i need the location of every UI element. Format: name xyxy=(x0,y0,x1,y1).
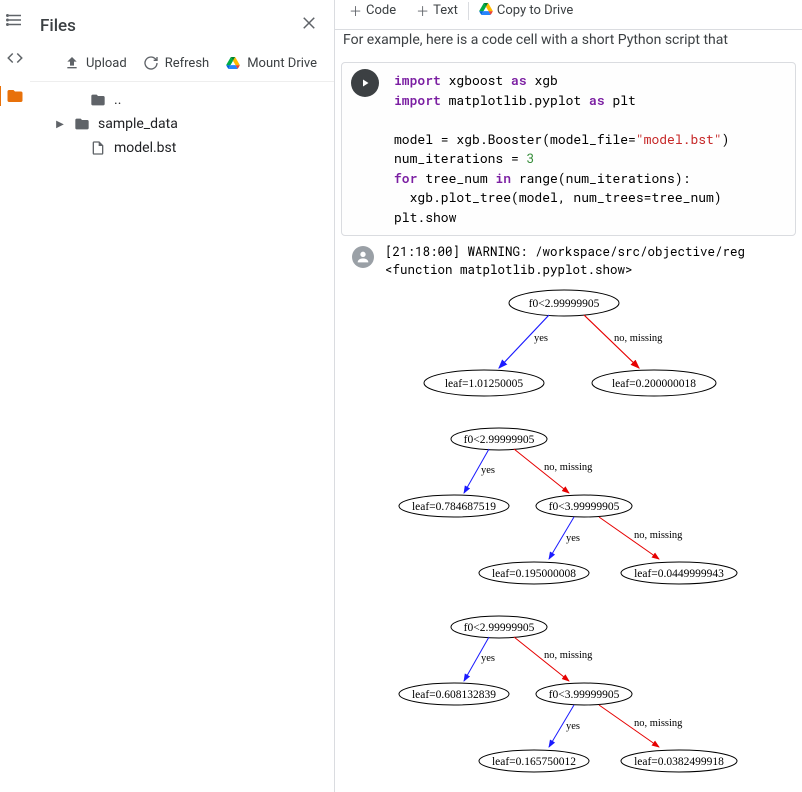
code-editor[interactable]: import xgboost as xgb import matplotlib.… xyxy=(388,63,735,235)
folder-icon xyxy=(90,92,106,108)
tree-label: .. xyxy=(114,92,121,108)
svg-text:no, missing: no, missing xyxy=(614,333,663,344)
mount-drive-button[interactable]: Mount Drive xyxy=(225,55,317,71)
drive-icon xyxy=(479,3,493,19)
left-rail xyxy=(0,0,30,792)
upload-label: Upload xyxy=(86,56,127,71)
xgb-tree-1: f0<2.99999905 yes no, missing leaf=1.012… xyxy=(379,283,739,413)
toc-icon[interactable] xyxy=(5,10,25,30)
files-icon[interactable] xyxy=(0,86,29,106)
svg-text:yes: yes xyxy=(481,465,495,476)
xgb-tree-3: f0<2.99999905 yes no, missing leaf=0.608… xyxy=(379,609,759,789)
svg-text:leaf=0.165750012: leaf=0.165750012 xyxy=(492,756,576,768)
upload-button[interactable]: Upload xyxy=(64,55,127,71)
output-figures: f0<2.99999905 yes no, missing leaf=1.012… xyxy=(335,283,802,792)
svg-text:leaf=1.01250005: leaf=1.01250005 xyxy=(445,378,524,390)
add-code-button[interactable]: ＋ Code xyxy=(339,1,406,20)
files-toolbar: Upload Refresh Mount Drive xyxy=(30,47,334,82)
notebook-toolbar: ＋ Code ＋ Text Copy to Drive xyxy=(335,0,802,30)
svg-text:f0<2.99999905: f0<2.99999905 xyxy=(529,298,600,310)
svg-text:f0<3.99999905: f0<3.99999905 xyxy=(549,501,620,513)
chevron-right-icon[interactable]: ▶ xyxy=(54,119,66,130)
plus-icon: ＋ xyxy=(416,1,429,20)
user-avatar-icon xyxy=(352,246,374,268)
mount-label: Mount Drive xyxy=(247,56,317,71)
svg-text:no, missing: no, missing xyxy=(634,530,683,541)
tree-model-file[interactable]: model.bst xyxy=(42,136,334,160)
folder-icon xyxy=(74,116,90,132)
svg-text:no, missing: no, missing xyxy=(634,718,683,729)
svg-text:yes: yes xyxy=(481,653,495,664)
add-text-button[interactable]: ＋ Text xyxy=(406,1,468,20)
svg-text:no, missing: no, missing xyxy=(544,462,593,473)
svg-text:f0<3.99999905: f0<3.99999905 xyxy=(549,689,620,701)
file-tree: .. ▶ sample_data model.bst xyxy=(30,82,334,160)
copy-to-drive-button[interactable]: Copy to Drive xyxy=(469,3,583,19)
cell-output: [21:18:00] WARNING: /workspace/src/objec… xyxy=(335,236,802,283)
code-snippets-icon[interactable] xyxy=(5,48,25,68)
cell-gutter xyxy=(342,63,388,235)
file-icon xyxy=(90,140,106,156)
run-button[interactable] xyxy=(351,69,379,97)
files-title: Files xyxy=(40,16,76,36)
notebook-body[interactable]: For example, here is a code cell with a … xyxy=(335,30,802,792)
btn-label: Code xyxy=(366,3,396,18)
svg-text:leaf=0.608132839: leaf=0.608132839 xyxy=(412,689,496,701)
tree-label: model.bst xyxy=(114,140,176,156)
code-cell[interactable]: import xgboost as xgb import matplotlib.… xyxy=(341,62,796,236)
svg-text:leaf=0.200000018: leaf=0.200000018 xyxy=(612,378,696,390)
plus-icon: ＋ xyxy=(349,1,362,20)
svg-text:leaf=0.0382499918: leaf=0.0382499918 xyxy=(634,756,724,768)
refresh-button[interactable]: Refresh xyxy=(143,55,209,71)
svg-text:f0<2.99999905: f0<2.99999905 xyxy=(464,434,535,446)
svg-text:leaf=0.195000008: leaf=0.195000008 xyxy=(492,568,576,580)
tree-sample-data[interactable]: ▶ sample_data xyxy=(42,112,334,136)
btn-label: Copy to Drive xyxy=(497,3,573,18)
files-header: Files xyxy=(30,0,334,47)
refresh-icon xyxy=(143,55,159,71)
btn-label: Text xyxy=(433,3,458,18)
xgb-tree-2: f0<2.99999905 yes no, missing leaf=0.784… xyxy=(379,421,759,601)
files-panel: Files Upload Refresh xyxy=(30,0,335,792)
tree-parent-dir[interactable]: .. xyxy=(42,88,334,112)
output-gutter xyxy=(341,244,385,279)
svg-text:yes: yes xyxy=(534,333,548,344)
app-root: Files Upload Refresh xyxy=(0,0,802,792)
truncated-markdown: For example, here is a code cell with a … xyxy=(335,30,802,58)
svg-text:yes: yes xyxy=(566,721,580,732)
output-text: [21:18:00] WARNING: /workspace/src/objec… xyxy=(385,244,745,279)
refresh-label: Refresh xyxy=(165,56,209,71)
svg-text:yes: yes xyxy=(566,533,580,544)
svg-text:f0<2.99999905: f0<2.99999905 xyxy=(464,622,535,634)
svg-text:leaf=0.0449999943: leaf=0.0449999943 xyxy=(634,568,724,580)
close-icon[interactable] xyxy=(296,10,322,41)
svg-text:no, missing: no, missing xyxy=(544,650,593,661)
notebook-area: ＋ Code ＋ Text Copy to Drive For example,… xyxy=(335,0,802,792)
tree-label: sample_data xyxy=(98,116,178,132)
drive-icon xyxy=(225,55,241,71)
upload-icon xyxy=(64,55,80,71)
svg-text:leaf=0.784687519: leaf=0.784687519 xyxy=(412,501,496,513)
